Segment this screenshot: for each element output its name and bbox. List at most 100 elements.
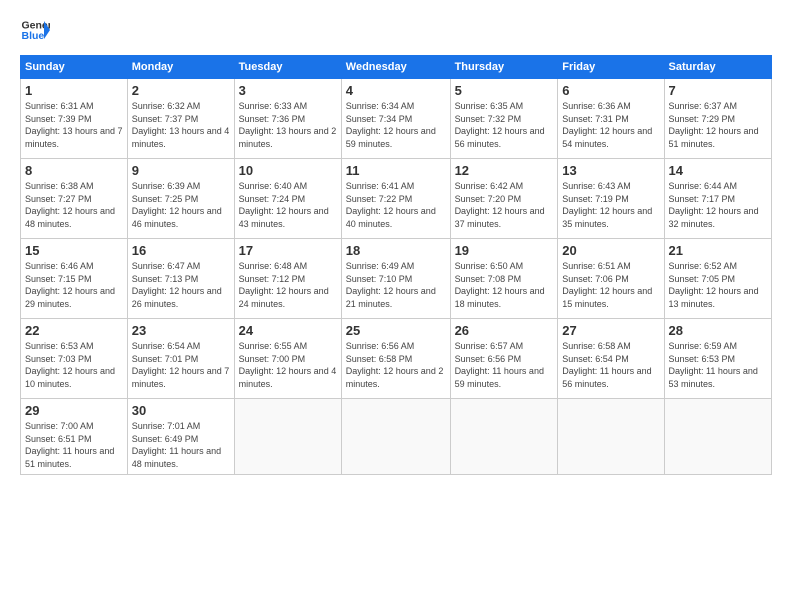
day-info: Sunrise: 7:00 AM Sunset: 6:51 PM Dayligh… xyxy=(25,420,123,470)
day-number: 18 xyxy=(346,243,446,258)
day-info: Sunrise: 6:46 AM Sunset: 7:15 PM Dayligh… xyxy=(25,260,123,310)
day-info: Sunrise: 6:56 AM Sunset: 6:58 PM Dayligh… xyxy=(346,340,446,390)
day-info: Sunrise: 6:58 AM Sunset: 6:54 PM Dayligh… xyxy=(562,340,659,390)
calendar-cell: 22 Sunrise: 6:53 AM Sunset: 7:03 PM Dayl… xyxy=(21,319,128,399)
day-number: 30 xyxy=(132,403,230,418)
day-number: 8 xyxy=(25,163,123,178)
calendar-cell: 10 Sunrise: 6:40 AM Sunset: 7:24 PM Dayl… xyxy=(234,159,341,239)
day-number: 21 xyxy=(669,243,767,258)
day-number: 5 xyxy=(455,83,554,98)
calendar-cell: 28 Sunrise: 6:59 AM Sunset: 6:53 PM Dayl… xyxy=(664,319,771,399)
weekday-header-tuesday: Tuesday xyxy=(234,56,341,79)
day-number: 25 xyxy=(346,323,446,338)
calendar-cell: 5 Sunrise: 6:35 AM Sunset: 7:32 PM Dayli… xyxy=(450,79,558,159)
day-number: 3 xyxy=(239,83,337,98)
day-info: Sunrise: 6:47 AM Sunset: 7:13 PM Dayligh… xyxy=(132,260,230,310)
calendar-cell: 30 Sunrise: 7:01 AM Sunset: 6:49 PM Dayl… xyxy=(127,399,234,475)
day-info: Sunrise: 6:32 AM Sunset: 7:37 PM Dayligh… xyxy=(132,100,230,150)
day-number: 20 xyxy=(562,243,659,258)
calendar-cell xyxy=(341,399,450,475)
day-info: Sunrise: 6:40 AM Sunset: 7:24 PM Dayligh… xyxy=(239,180,337,230)
weekday-header-saturday: Saturday xyxy=(664,56,771,79)
calendar-cell xyxy=(664,399,771,475)
day-info: Sunrise: 6:33 AM Sunset: 7:36 PM Dayligh… xyxy=(239,100,337,150)
calendar-body: 1 Sunrise: 6:31 AM Sunset: 7:39 PM Dayli… xyxy=(21,79,772,475)
calendar-cell: 19 Sunrise: 6:50 AM Sunset: 7:08 PM Dayl… xyxy=(450,239,558,319)
day-number: 14 xyxy=(669,163,767,178)
day-number: 12 xyxy=(455,163,554,178)
calendar-week-3: 15 Sunrise: 6:46 AM Sunset: 7:15 PM Dayl… xyxy=(21,239,772,319)
day-number: 13 xyxy=(562,163,659,178)
calendar-cell: 6 Sunrise: 6:36 AM Sunset: 7:31 PM Dayli… xyxy=(558,79,664,159)
calendar-cell: 4 Sunrise: 6:34 AM Sunset: 7:34 PM Dayli… xyxy=(341,79,450,159)
calendar-table: SundayMondayTuesdayWednesdayThursdayFrid… xyxy=(20,55,772,475)
day-info: Sunrise: 6:36 AM Sunset: 7:31 PM Dayligh… xyxy=(562,100,659,150)
calendar-week-5: 29 Sunrise: 7:00 AM Sunset: 6:51 PM Dayl… xyxy=(21,399,772,475)
calendar-week-2: 8 Sunrise: 6:38 AM Sunset: 7:27 PM Dayli… xyxy=(21,159,772,239)
day-info: Sunrise: 6:51 AM Sunset: 7:06 PM Dayligh… xyxy=(562,260,659,310)
day-info: Sunrise: 6:50 AM Sunset: 7:08 PM Dayligh… xyxy=(455,260,554,310)
day-number: 17 xyxy=(239,243,337,258)
day-number: 4 xyxy=(346,83,446,98)
calendar-cell: 9 Sunrise: 6:39 AM Sunset: 7:25 PM Dayli… xyxy=(127,159,234,239)
weekday-header-monday: Monday xyxy=(127,56,234,79)
calendar-cell: 2 Sunrise: 6:32 AM Sunset: 7:37 PM Dayli… xyxy=(127,79,234,159)
day-info: Sunrise: 6:31 AM Sunset: 7:39 PM Dayligh… xyxy=(25,100,123,150)
weekday-header-wednesday: Wednesday xyxy=(341,56,450,79)
day-number: 19 xyxy=(455,243,554,258)
day-info: Sunrise: 6:53 AM Sunset: 7:03 PM Dayligh… xyxy=(25,340,123,390)
day-number: 11 xyxy=(346,163,446,178)
logo: General Blue xyxy=(20,15,50,45)
day-info: Sunrise: 6:37 AM Sunset: 7:29 PM Dayligh… xyxy=(669,100,767,150)
day-number: 2 xyxy=(132,83,230,98)
day-number: 9 xyxy=(132,163,230,178)
day-info: Sunrise: 6:38 AM Sunset: 7:27 PM Dayligh… xyxy=(25,180,123,230)
calendar-cell: 1 Sunrise: 6:31 AM Sunset: 7:39 PM Dayli… xyxy=(21,79,128,159)
calendar-cell: 7 Sunrise: 6:37 AM Sunset: 7:29 PM Dayli… xyxy=(664,79,771,159)
calendar-cell: 26 Sunrise: 6:57 AM Sunset: 6:56 PM Dayl… xyxy=(450,319,558,399)
day-number: 6 xyxy=(562,83,659,98)
calendar-week-1: 1 Sunrise: 6:31 AM Sunset: 7:39 PM Dayli… xyxy=(21,79,772,159)
day-number: 24 xyxy=(239,323,337,338)
calendar-cell: 17 Sunrise: 6:48 AM Sunset: 7:12 PM Dayl… xyxy=(234,239,341,319)
calendar-cell: 24 Sunrise: 6:55 AM Sunset: 7:00 PM Dayl… xyxy=(234,319,341,399)
day-number: 16 xyxy=(132,243,230,258)
day-number: 1 xyxy=(25,83,123,98)
calendar-cell: 16 Sunrise: 6:47 AM Sunset: 7:13 PM Dayl… xyxy=(127,239,234,319)
day-info: Sunrise: 6:34 AM Sunset: 7:34 PM Dayligh… xyxy=(346,100,446,150)
calendar-cell: 25 Sunrise: 6:56 AM Sunset: 6:58 PM Dayl… xyxy=(341,319,450,399)
day-number: 27 xyxy=(562,323,659,338)
calendar-cell: 11 Sunrise: 6:41 AM Sunset: 7:22 PM Dayl… xyxy=(341,159,450,239)
day-info: Sunrise: 6:59 AM Sunset: 6:53 PM Dayligh… xyxy=(669,340,767,390)
day-number: 7 xyxy=(669,83,767,98)
day-info: Sunrise: 6:41 AM Sunset: 7:22 PM Dayligh… xyxy=(346,180,446,230)
calendar-cell: 3 Sunrise: 6:33 AM Sunset: 7:36 PM Dayli… xyxy=(234,79,341,159)
day-info: Sunrise: 6:42 AM Sunset: 7:20 PM Dayligh… xyxy=(455,180,554,230)
day-number: 10 xyxy=(239,163,337,178)
calendar-cell: 13 Sunrise: 6:43 AM Sunset: 7:19 PM Dayl… xyxy=(558,159,664,239)
day-info: Sunrise: 6:48 AM Sunset: 7:12 PM Dayligh… xyxy=(239,260,337,310)
page-header: General Blue xyxy=(20,15,772,45)
day-info: Sunrise: 6:44 AM Sunset: 7:17 PM Dayligh… xyxy=(669,180,767,230)
calendar-cell xyxy=(558,399,664,475)
calendar-cell: 15 Sunrise: 6:46 AM Sunset: 7:15 PM Dayl… xyxy=(21,239,128,319)
calendar-cell xyxy=(450,399,558,475)
day-number: 28 xyxy=(669,323,767,338)
day-number: 23 xyxy=(132,323,230,338)
weekday-header-sunday: Sunday xyxy=(21,56,128,79)
day-info: Sunrise: 6:39 AM Sunset: 7:25 PM Dayligh… xyxy=(132,180,230,230)
weekday-header-thursday: Thursday xyxy=(450,56,558,79)
day-number: 22 xyxy=(25,323,123,338)
day-info: Sunrise: 6:55 AM Sunset: 7:00 PM Dayligh… xyxy=(239,340,337,390)
day-info: Sunrise: 6:49 AM Sunset: 7:10 PM Dayligh… xyxy=(346,260,446,310)
calendar-cell: 12 Sunrise: 6:42 AM Sunset: 7:20 PM Dayl… xyxy=(450,159,558,239)
calendar-cell: 23 Sunrise: 6:54 AM Sunset: 7:01 PM Dayl… xyxy=(127,319,234,399)
calendar-cell xyxy=(234,399,341,475)
day-info: Sunrise: 6:43 AM Sunset: 7:19 PM Dayligh… xyxy=(562,180,659,230)
day-number: 26 xyxy=(455,323,554,338)
day-info: Sunrise: 6:54 AM Sunset: 7:01 PM Dayligh… xyxy=(132,340,230,390)
calendar-cell: 8 Sunrise: 6:38 AM Sunset: 7:27 PM Dayli… xyxy=(21,159,128,239)
calendar-cell: 29 Sunrise: 7:00 AM Sunset: 6:51 PM Dayl… xyxy=(21,399,128,475)
day-info: Sunrise: 7:01 AM Sunset: 6:49 PM Dayligh… xyxy=(132,420,230,470)
logo-icon: General Blue xyxy=(20,15,50,45)
